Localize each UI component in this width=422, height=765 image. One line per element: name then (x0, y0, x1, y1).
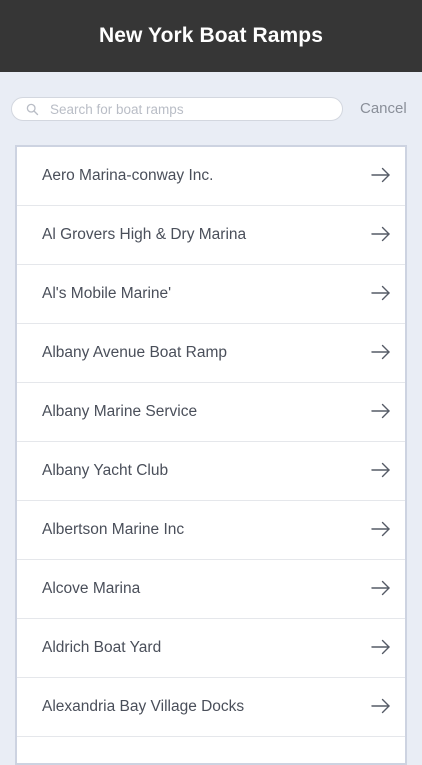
list-item[interactable]: Alexandria Bay Village Docks (17, 678, 405, 737)
list-item[interactable]: Albertson Marine Inc (17, 501, 405, 560)
list-item[interactable]: Aldrich Boat Yard (17, 619, 405, 678)
boat-ramp-list: Aero Marina-conway Inc. Al Grovers High … (15, 145, 407, 765)
app-header: New York Boat Ramps (0, 0, 422, 72)
list-item[interactable]: Albany Marine Service (17, 383, 405, 442)
arrow-right-icon (371, 521, 390, 537)
list-item[interactable]: Aero Marina-conway Inc. (17, 147, 405, 206)
list-item-label: Al's Mobile Marine' (42, 285, 172, 302)
arrow-right-icon (371, 344, 390, 360)
list-item[interactable]: Albany Avenue Boat Ramp (17, 324, 405, 383)
list-item[interactable]: Al's Mobile Marine' (17, 265, 405, 324)
list-item-label: Aldrich Boat Yard (42, 639, 162, 656)
arrow-right-icon (371, 226, 390, 242)
search-input[interactable] (50, 98, 335, 120)
cancel-button[interactable]: Cancel (360, 100, 407, 117)
arrow-right-icon (371, 403, 390, 419)
arrow-right-icon (371, 285, 390, 301)
arrow-right-icon (371, 698, 390, 714)
search-bar: Cancel (0, 72, 422, 146)
list-item-label: Alcove Marina (42, 580, 141, 597)
list-item[interactable]: Alcove Marina (17, 560, 405, 619)
arrow-right-icon (371, 639, 390, 655)
arrow-right-icon (371, 462, 390, 478)
list-item[interactable]: Albany Yacht Club (17, 442, 405, 501)
list-item[interactable]: Al Grovers High & Dry Marina (17, 206, 405, 265)
list-item-label: Alexandria Bay Village Docks (42, 698, 245, 715)
list-item-label: Al Grovers High & Dry Marina (42, 226, 247, 243)
arrow-right-icon (371, 580, 390, 596)
arrow-right-icon (371, 167, 390, 183)
page-title: New York Boat Ramps (98, 24, 324, 47)
search-icon (26, 103, 39, 116)
list-item[interactable] (17, 737, 405, 763)
search-field[interactable] (11, 97, 343, 121)
list-item-label: Albany Marine Service (42, 403, 198, 420)
list-item-label: Albertson Marine Inc (42, 521, 185, 538)
list-item-label: Albany Yacht Club (42, 462, 169, 479)
list-item-label: Aero Marina-conway Inc. (42, 167, 214, 184)
list-item-label: Albany Avenue Boat Ramp (42, 344, 227, 361)
